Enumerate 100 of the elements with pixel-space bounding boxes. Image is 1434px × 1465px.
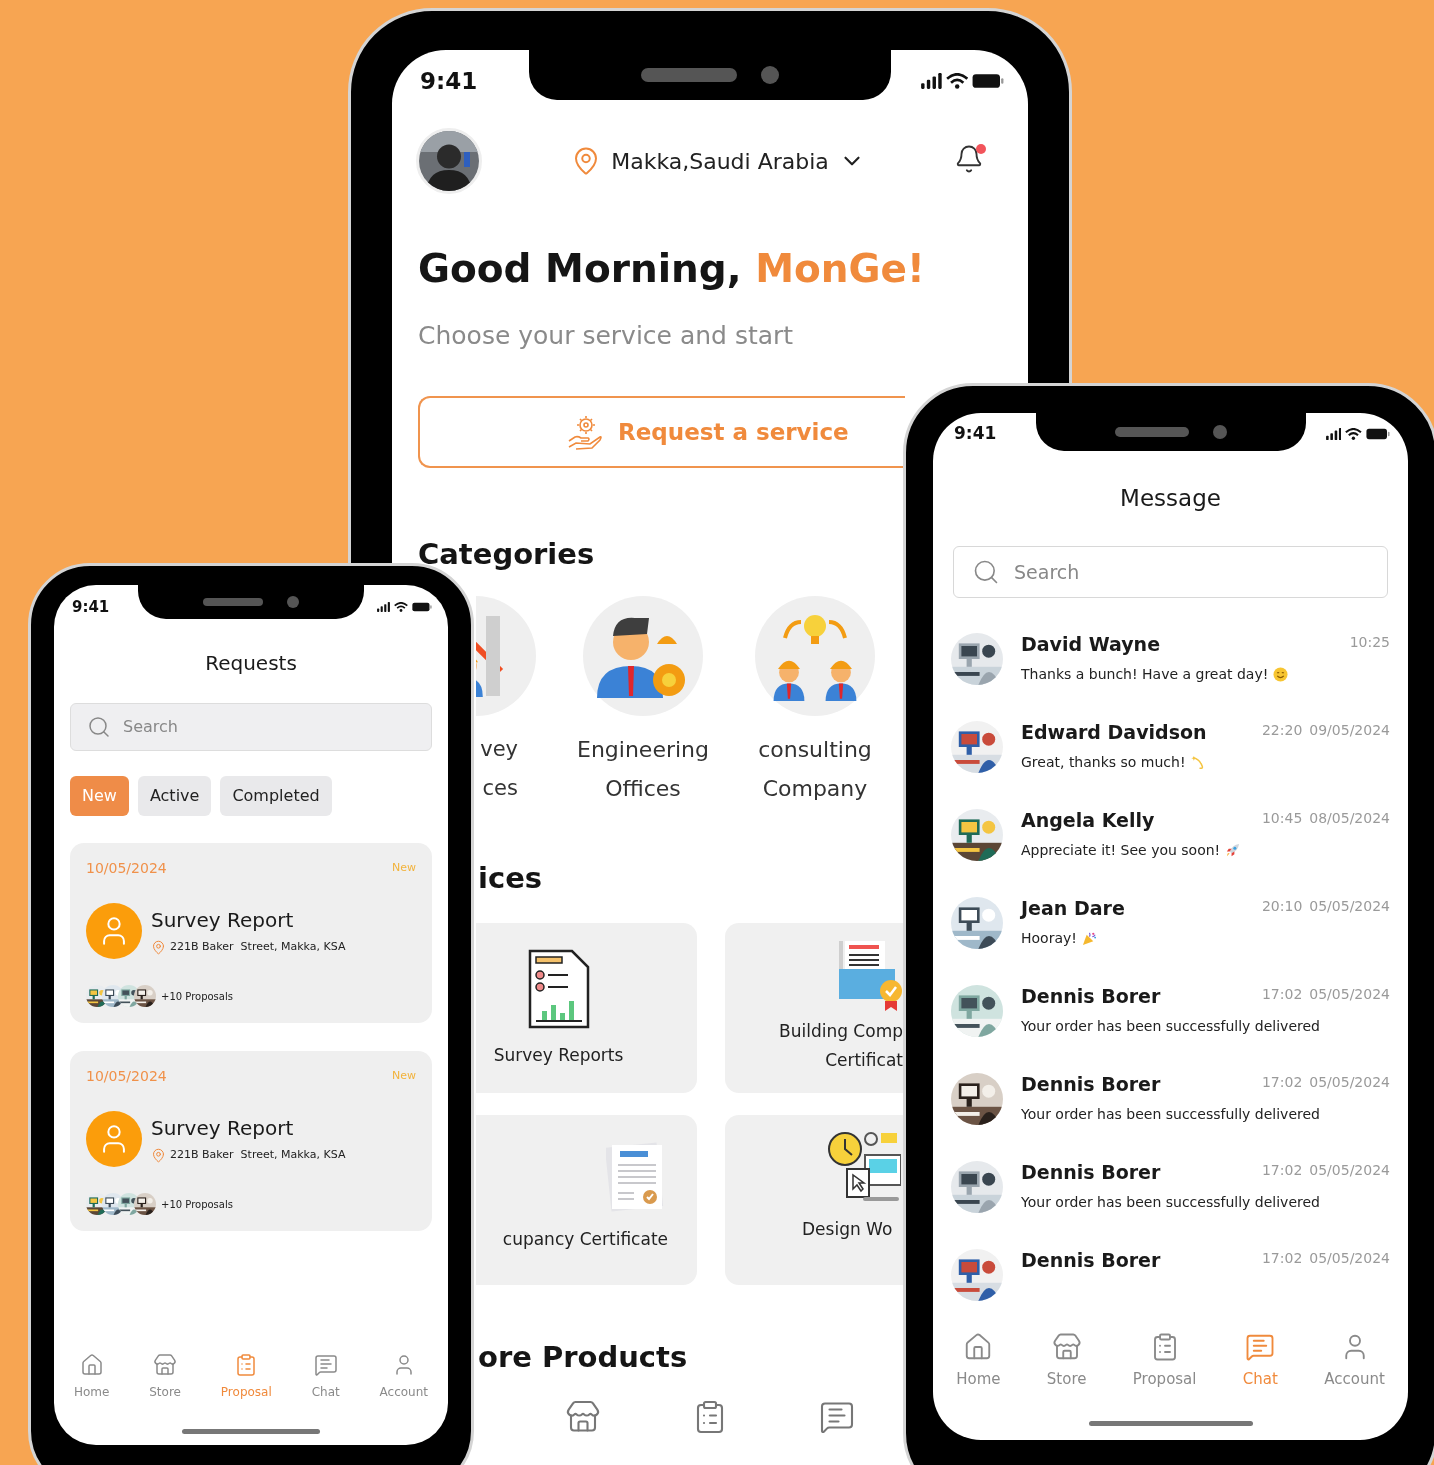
status-time: 9:41 (420, 66, 478, 96)
gear-hand-icon (566, 413, 604, 451)
contact-name: Dennis Borer (1021, 1248, 1161, 1274)
contact-name: David Wayne (1021, 632, 1161, 658)
nav-tab[interactable]: Proposal (1132, 1332, 1197, 1391)
message-preview: Your order has been successfully delivered (1021, 1017, 1320, 1037)
status-label: New (392, 1067, 416, 1084)
message-date: 05/05/2024 (1309, 897, 1390, 917)
signal-icon (1325, 427, 1342, 440)
location-pin-icon (151, 939, 166, 955)
search-field[interactable]: Search (953, 545, 1388, 599)
chat-row[interactable]: Jean Dare 20:10 05/05/2024 Hooray! (933, 892, 1408, 981)
search-input[interactable]: Search (1014, 557, 1369, 587)
party-popper-icon (1081, 930, 1097, 946)
battery-icon (412, 602, 432, 612)
section-heading: ices (478, 860, 543, 897)
store-icon (153, 1353, 178, 1377)
chat-icon (1245, 1332, 1276, 1363)
chat-row[interactable]: David Wayne 10:25 Thanks a bunch! Have a great day! (933, 628, 1408, 717)
message-date: 05/05/2024 (1309, 985, 1390, 1005)
nav-tab[interactable]: Store (149, 1353, 181, 1401)
service-card[interactable]: Survey Reports (476, 923, 697, 1093)
chat-icon (313, 1353, 338, 1377)
chat-row[interactable]: Dennis Borer 17:02 05/05/2024 (933, 1244, 1408, 1333)
request-title: Survey Report (151, 1114, 295, 1141)
contact-name: Dennis Borer (1021, 1072, 1161, 1098)
screen-title: Message (1119, 483, 1222, 513)
status-time: 9:41 (72, 596, 110, 618)
service-label: Survey Reports (493, 1044, 624, 1067)
category-item[interactable]: Engineering Offices (563, 596, 723, 808)
wifi-icon (945, 73, 968, 89)
request-address: 221B Baker Street, Makka, KSA (170, 1146, 346, 1163)
message-time: 10:45 (1261, 809, 1303, 829)
contact-name: Jean Dare (1021, 896, 1125, 922)
chat-row[interactable]: Edward Davidson 22:20 09/05/2024 Great, thanks so much! (933, 716, 1408, 805)
service-label: Building Comp (778, 1020, 903, 1043)
engineers-icon (755, 596, 875, 716)
proposals-count: +10 Proposals (161, 1197, 233, 1212)
message-time: 22:20 (1261, 721, 1303, 741)
request-card[interactable]: 10/05/2024 New Survey Report 221B Baker Street, Makka, KSA +10 Proposals (70, 843, 432, 1023)
home-icon (79, 1353, 104, 1377)
wifi-icon (1345, 427, 1362, 440)
filter-tab[interactable]: Completed (220, 776, 332, 816)
nav-tab[interactable]: Home (73, 1353, 110, 1401)
wifi-icon (394, 602, 408, 612)
nav-tab[interactable]: Chat (311, 1353, 340, 1401)
service-card[interactable]: cupancy Certificate (476, 1115, 697, 1285)
engineer-icon (583, 596, 703, 716)
subtitle: Choose your service and start (417, 320, 795, 352)
nav-tab[interactable]: Store (1046, 1332, 1087, 1391)
contact-name: Dennis Borer (1021, 1160, 1161, 1186)
message-preview: Your order has been successfully delivered (1021, 1105, 1320, 1125)
screen-title: Requests (204, 650, 298, 677)
signal-icon (377, 602, 390, 612)
service-card[interactable]: Design Wo (725, 1115, 903, 1285)
smile-emoji-icon (1273, 666, 1289, 682)
category-label: vey (479, 736, 518, 763)
battery-icon (1366, 427, 1390, 440)
contact-name: Dennis Borer (1021, 984, 1161, 1010)
category-item[interactable]: consulting Company (735, 596, 895, 808)
filter-tab[interactable]: Active (137, 776, 212, 816)
message-time: 17:02 (1261, 1249, 1303, 1269)
chat-row[interactable]: Angela Kelly 10:45 08/05/2024 Appreciate it! See you soon! (933, 804, 1408, 893)
message-preview: Hooray! (1021, 929, 1077, 949)
signal-icon (920, 73, 942, 89)
store-icon[interactable] (565, 1399, 601, 1435)
request-date: 10/05/2024 (86, 1066, 167, 1086)
message-time: 17:02 (1261, 985, 1303, 1005)
speaker-grille (203, 597, 263, 607)
rocket-emoji-icon (1225, 842, 1241, 858)
request-card[interactable]: 10/05/2024 New Survey Report 221B Baker Street, Makka, KSA +10 Proposals (70, 1051, 432, 1231)
message-preview: Great, thanks so much! (1021, 753, 1186, 773)
message-date: 05/05/2024 (1309, 1249, 1390, 1269)
message-preview: Thanks a bunch! Have a great day! (1021, 665, 1269, 685)
message-time: 20:10 (1261, 897, 1303, 917)
search-input[interactable]: Search (123, 715, 415, 739)
message-time: 17:02 (1261, 1161, 1303, 1181)
request-date: 10/05/2024 (86, 858, 167, 878)
chat-row[interactable]: Dennis Borer 17:02 05/05/2024 Your order has been successfully delivered (933, 1068, 1408, 1157)
chat-icon[interactable] (819, 1399, 855, 1435)
chat-row[interactable]: Dennis Borer 17:02 05/05/2024 Your order has been successfully delivered (933, 980, 1408, 1069)
category-label: ces (481, 775, 518, 802)
location-label[interactable]: Makka,Saudi Arabia (611, 144, 829, 178)
contact-name: Edward Davidson (1021, 720, 1207, 746)
person-avatar-icon (86, 1111, 142, 1167)
chat-row[interactable]: Dennis Borer 17:02 05/05/2024 Your order has been successfully delivered (933, 1156, 1408, 1245)
battery-icon (972, 73, 1004, 89)
location-pin-icon (151, 1147, 166, 1163)
category-label: Engineering (577, 736, 709, 764)
service-label: Design Wo (802, 1218, 894, 1241)
dizzy-emoji-icon (1190, 754, 1206, 770)
service-card[interactable]: Building Comp Certificat (725, 923, 903, 1093)
nav-tab[interactable]: Account (379, 1353, 429, 1401)
service-label: Certificat (824, 1049, 903, 1072)
contact-name: Angela Kelly (1021, 808, 1155, 834)
search-field[interactable]: Search (70, 703, 432, 751)
message-date: 08/05/2024 (1309, 809, 1390, 829)
category-label: Offices (604, 775, 682, 803)
message-time: 10:25 (1349, 633, 1390, 653)
message-date: 05/05/2024 (1309, 1073, 1390, 1093)
